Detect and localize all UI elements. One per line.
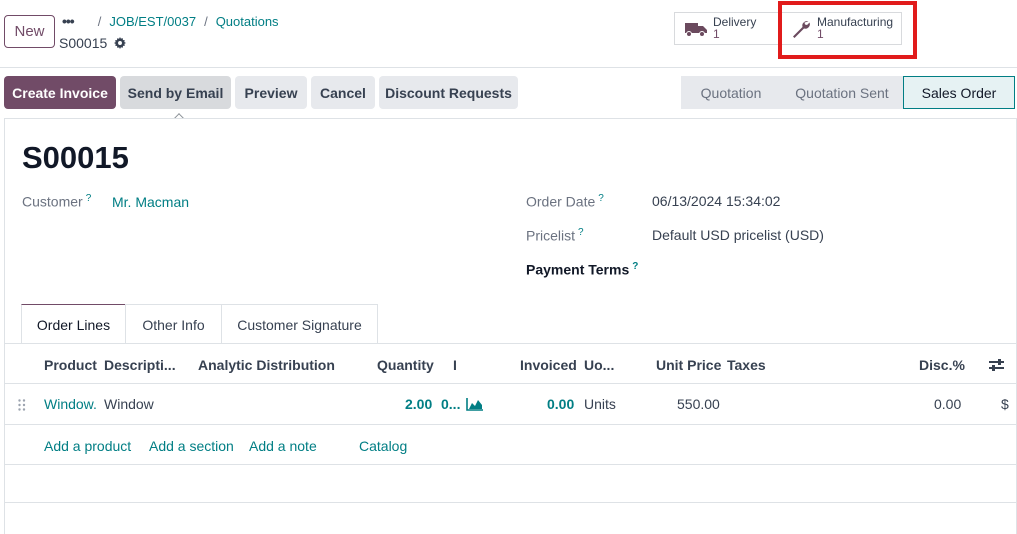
create-invoice-button[interactable]: Create Invoice — [4, 76, 116, 109]
tab-order-lines[interactable]: Order Lines — [21, 304, 126, 344]
stage-sales-order[interactable]: Sales Order — [903, 76, 1015, 109]
drag-handle-icon[interactable] — [18, 399, 26, 411]
column-disc[interactable]: Disc.% — [919, 357, 965, 373]
divider — [5, 502, 1017, 503]
action-buttons: Create Invoice Send by Email Preview Can… — [4, 76, 518, 109]
cell-delivered[interactable]: 0... — [441, 396, 460, 412]
cell-unit-price[interactable]: 550.00 — [677, 396, 720, 412]
pricelist-label: Pricelist? — [526, 227, 584, 244]
column-delivered[interactable]: I — [453, 357, 457, 373]
record-name-label: S00015 — [59, 35, 108, 51]
highlight-annotation-box — [778, 1, 917, 59]
control-panel: New ••• / JOB/EST/0037 / Quotations S000… — [0, 0, 1017, 68]
forecast-chart-icon[interactable] — [466, 398, 483, 411]
preview-button[interactable]: Preview — [235, 76, 307, 109]
column-description[interactable]: Descripti... — [104, 357, 176, 373]
delivery-count: 1 — [713, 27, 720, 41]
stage-quotation[interactable]: Quotation — [681, 76, 781, 109]
column-taxes[interactable]: Taxes — [727, 357, 766, 373]
discount-requests-button[interactable]: Discount Requests — [379, 76, 518, 109]
column-invoiced[interactable]: Invoiced — [520, 357, 577, 373]
breadcrumb: ••• / JOB/EST/0037 / Quotations — [62, 13, 279, 29]
divider — [5, 343, 1017, 344]
column-unit-price[interactable]: Unit Price — [656, 357, 721, 373]
tab-other-info[interactable]: Other Info — [125, 304, 222, 344]
customer-label-text: Customer — [22, 193, 83, 210]
pricelist-label-text: Pricelist — [526, 227, 576, 244]
payment-terms-label-text: Payment Terms — [526, 261, 630, 278]
form-sheet: S00015 Customer? Mr. Macman Order Date? … — [4, 118, 1017, 534]
cancel-button[interactable]: Cancel — [311, 76, 375, 109]
column-uom[interactable]: Uo... — [584, 357, 614, 373]
catalog-link[interactable]: Catalog — [359, 438, 407, 454]
send-by-email-button[interactable]: Send by Email — [120, 76, 231, 109]
order-date-label-text: Order Date — [526, 193, 596, 210]
truck-icon — [685, 22, 707, 37]
help-icon[interactable]: ? — [598, 193, 604, 204]
tab-customer-signature[interactable]: Customer Signature — [221, 304, 378, 344]
sliders-icon[interactable] — [989, 358, 1004, 372]
record-name: S00015 — [59, 35, 127, 51]
divider — [5, 464, 1017, 465]
cell-quantity[interactable]: 2.00 — [405, 396, 432, 412]
order-date-field[interactable]: 06/13/2024 15:34:02 — [652, 193, 780, 209]
customer-label: Customer? — [22, 193, 91, 210]
page-title: S00015 — [22, 140, 129, 175]
new-button[interactable]: New — [4, 15, 55, 48]
help-icon[interactable]: ? — [86, 193, 92, 204]
cell-disc[interactable]: 0.00 — [934, 396, 961, 412]
cell-description[interactable]: Window — [104, 396, 154, 412]
help-icon[interactable]: ? — [578, 227, 584, 238]
status-bar: Quotation Quotation Sent Sales Order — [681, 76, 1015, 109]
divider — [5, 383, 1017, 384]
column-product[interactable]: Product — [44, 357, 97, 373]
order-date-label: Order Date? — [526, 193, 604, 210]
breadcrumb-separator: / — [204, 13, 208, 29]
column-quantity[interactable]: Quantity — [377, 357, 434, 373]
cell-invoiced[interactable]: 0.00 — [547, 396, 574, 412]
breadcrumb-job[interactable]: JOB/EST/0037 — [109, 14, 196, 29]
delivery-smart-button[interactable]: Delivery 1 — [674, 12, 780, 45]
gear-icon[interactable] — [114, 37, 127, 49]
pricelist-field[interactable]: Default USD pricelist (USD) — [652, 227, 824, 243]
help-icon[interactable]: ? — [632, 261, 638, 272]
breadcrumb-more-icon[interactable]: ••• — [62, 13, 75, 29]
customer-field[interactable]: Mr. Macman — [112, 194, 189, 210]
add-product-link[interactable]: Add a product — [44, 438, 131, 454]
cell-uom[interactable]: Units — [584, 396, 616, 412]
add-section-link[interactable]: Add a section — [149, 438, 234, 454]
stage-quotation-sent[interactable]: Quotation Sent — [781, 76, 903, 109]
add-note-link[interactable]: Add a note — [249, 438, 317, 454]
breadcrumb-separator: / — [97, 13, 102, 29]
breadcrumb-quotations[interactable]: Quotations — [216, 14, 279, 29]
cell-subtotal: $ — [1001, 396, 1009, 412]
column-analytic[interactable]: Analytic Distribution — [198, 357, 335, 373]
payment-terms-label: Payment Terms? — [526, 261, 638, 278]
divider — [5, 424, 1017, 425]
cell-product[interactable]: Window. — [44, 396, 97, 412]
notebook-tabs: Order Lines Other Info Customer Signatur… — [21, 304, 378, 344]
